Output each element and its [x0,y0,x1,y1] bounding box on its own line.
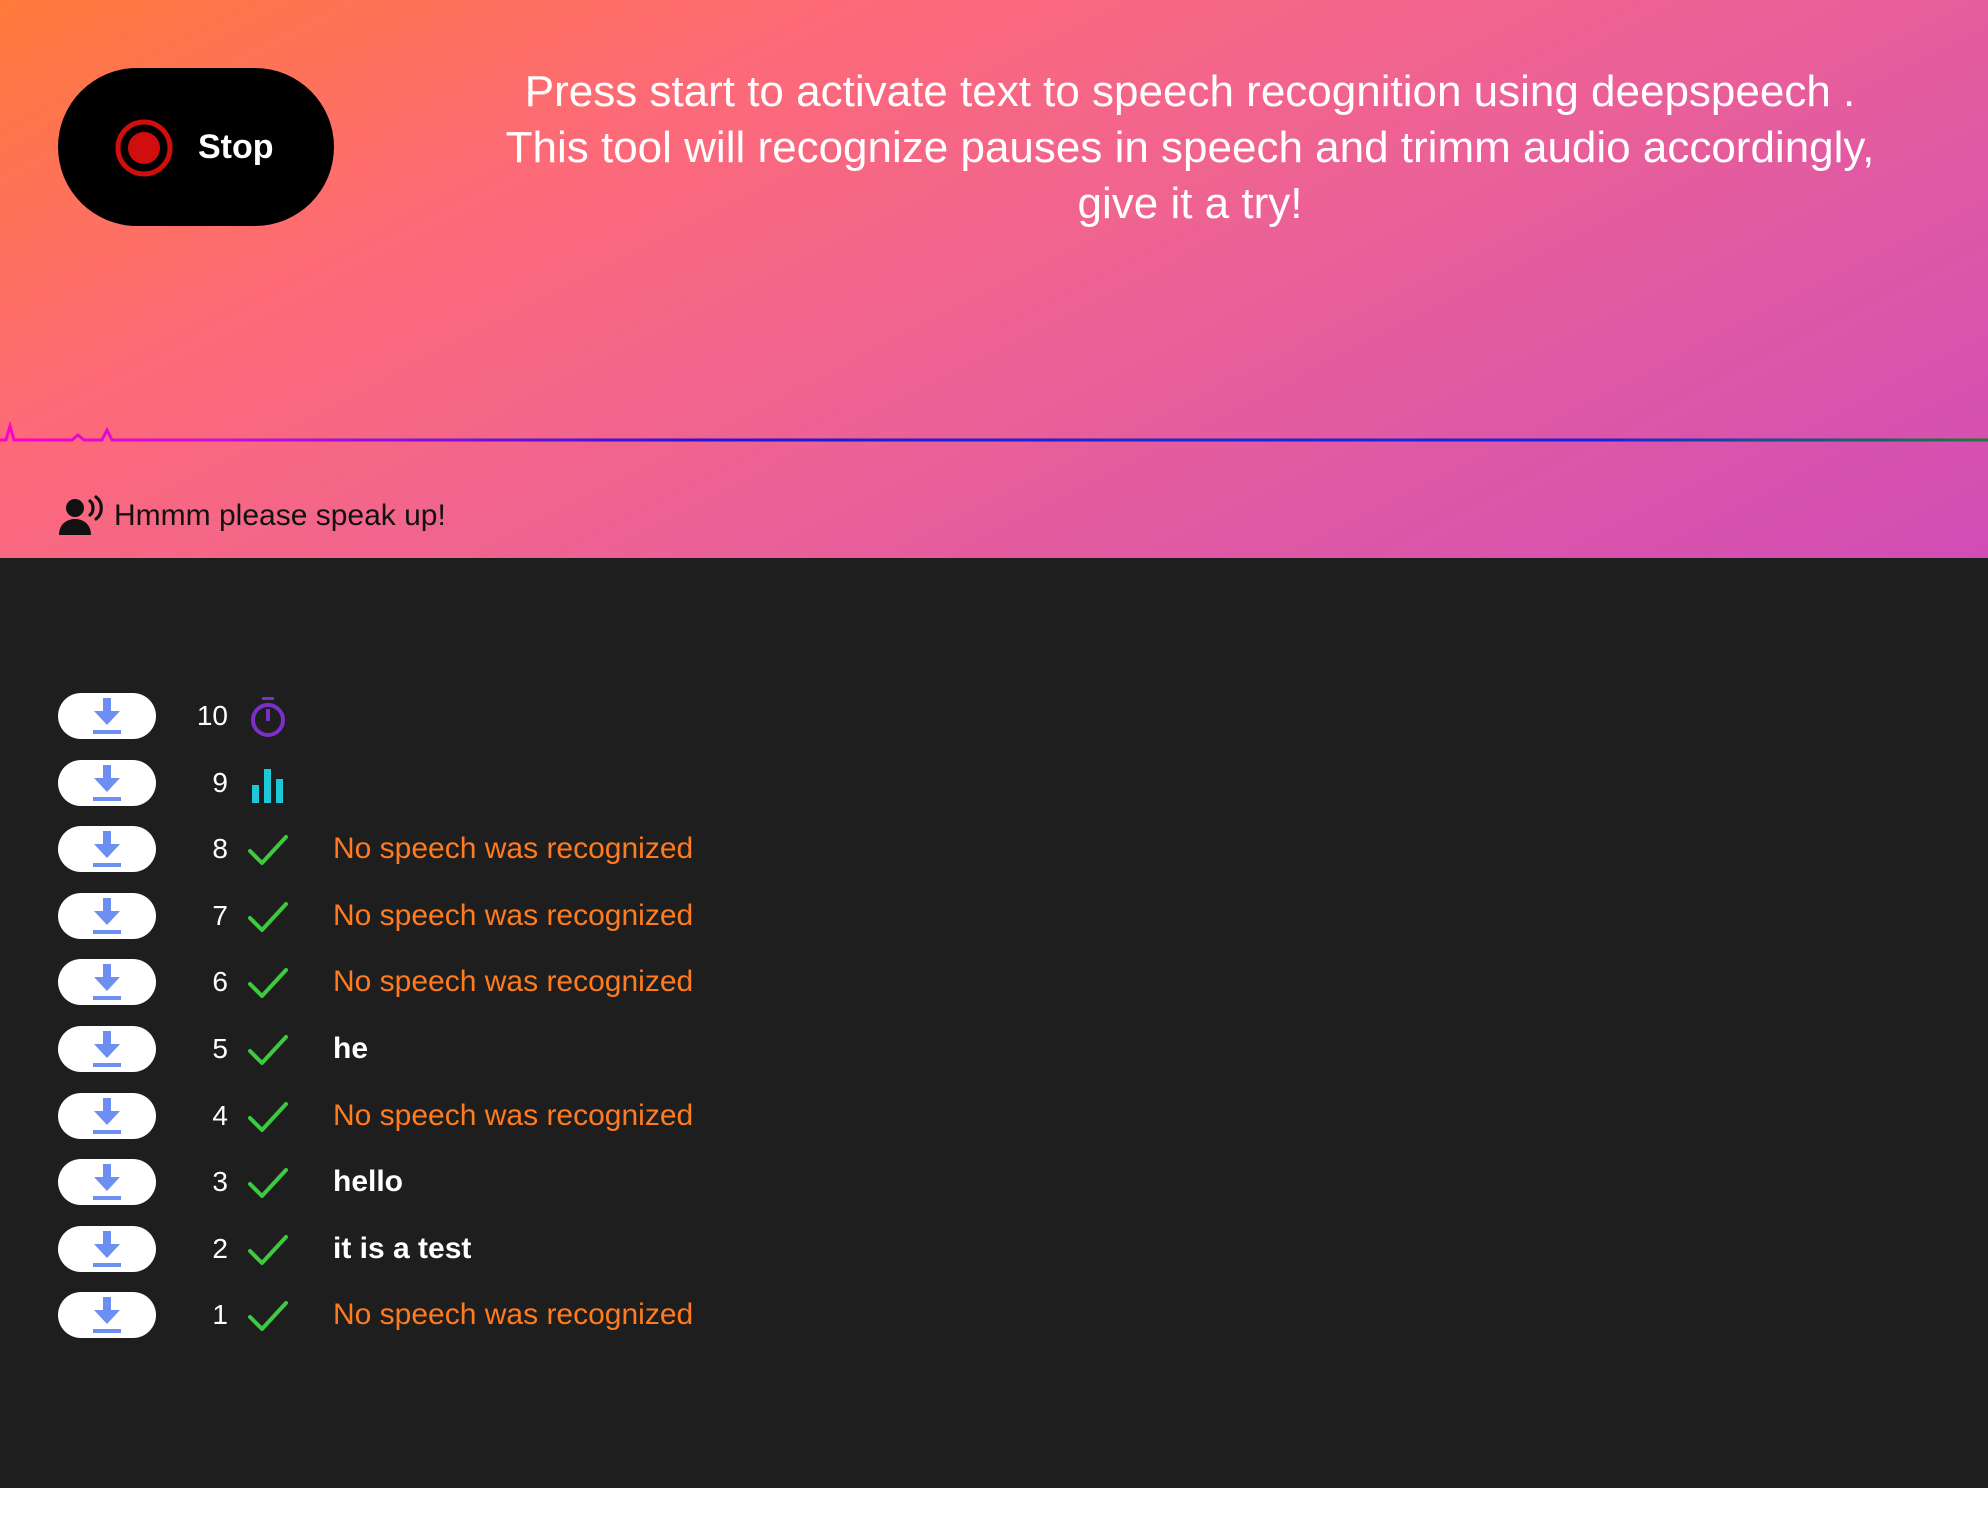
recording-transcript: No speech was recognized [333,1298,694,1332]
intro-line-3: give it a try! [1077,179,1303,228]
page: Stop Press start to activate text to spe… [0,0,1988,1520]
download-icon [91,1096,123,1136]
download-button[interactable] [58,759,156,806]
voice-user-icon [59,495,103,535]
download-button[interactable] [58,693,156,739]
recording-transcript: it is a test [333,1231,472,1265]
download-icon [91,1029,123,1069]
header-panel: Stop Press start to activate text to spe… [0,0,1988,558]
intro-line-1: Press start to activate text to speech r… [524,67,1856,116]
recording-transcript: he [333,1032,369,1065]
download-icon [91,896,123,936]
intro-line-2: This tool will recognize pauses in speec… [505,123,1875,172]
status-message: Hmmm please speak up! [114,499,446,532]
recording-row: 7 No speech was recognized [0,882,1988,948]
download-icon [91,1229,123,1269]
recordings-list: 10 9 8 No speech was recognized 7 No speech w… [0,558,1988,1488]
download-icon [91,829,123,869]
download-button[interactable] [58,892,156,939]
check-icon [246,1295,290,1337]
recording-index: 6 [212,966,228,998]
download-button[interactable] [58,1026,156,1072]
recording-row: 9 [0,749,1988,815]
speech-status: Hmmm please speak up! [58,494,446,538]
download-icon [91,1162,123,1202]
check-icon [246,1029,290,1071]
recording-row: 1 No speech was recognized [0,1281,1988,1347]
check-icon [246,1096,290,1138]
recording-index: 9 [212,766,228,798]
recording-row: 5 he [0,1015,1988,1081]
timer-icon [246,696,290,738]
analyzing-icon [246,763,290,805]
check-icon [246,896,290,938]
recording-index: 4 [212,1099,228,1131]
recording-index: 10 [196,700,228,731]
recording-index: 5 [212,1033,228,1064]
recording-row: 3 hello [0,1148,1988,1214]
recording-transcript: No speech was recognized [333,832,694,866]
recording-index: 2 [212,1232,228,1264]
download-button[interactable] [58,1159,156,1206]
recording-row: 10 [0,682,1988,748]
download-button[interactable] [58,1225,156,1272]
recording-row: 8 No speech was recognized [0,815,1988,881]
record-icon [115,119,173,177]
recording-transcript: No speech was recognized [333,965,694,999]
check-icon [246,1162,290,1204]
recording-index: 3 [212,1166,228,1198]
download-icon [91,1295,123,1335]
download-icon [91,763,123,803]
recording-transcript: No speech was recognized [333,1098,694,1132]
audio-waveform [0,420,1988,442]
recording-index: 8 [212,833,228,865]
check-icon [246,962,290,1004]
download-button[interactable] [58,826,156,873]
download-button[interactable] [58,1292,156,1339]
stop-button-label: Stop [198,128,274,166]
recording-row: 4 No speech was recognized [0,1082,1988,1148]
download-button[interactable] [58,959,156,1006]
recording-transcript: No speech was recognized [333,898,694,932]
recording-row: 2 it is a test [0,1215,1988,1281]
recording-row: 6 No speech was recognized [0,948,1988,1014]
check-icon [246,1229,290,1271]
stop-button[interactable]: Stop [58,68,334,226]
check-icon [246,829,290,871]
intro-text: Press start to activate text to speech r… [440,64,1940,232]
recording-index: 7 [212,899,228,931]
download-icon [91,962,123,1002]
download-icon [91,696,123,736]
recording-index: 1 [212,1299,228,1331]
recording-transcript: hello [333,1165,404,1199]
download-button[interactable] [58,1092,156,1139]
